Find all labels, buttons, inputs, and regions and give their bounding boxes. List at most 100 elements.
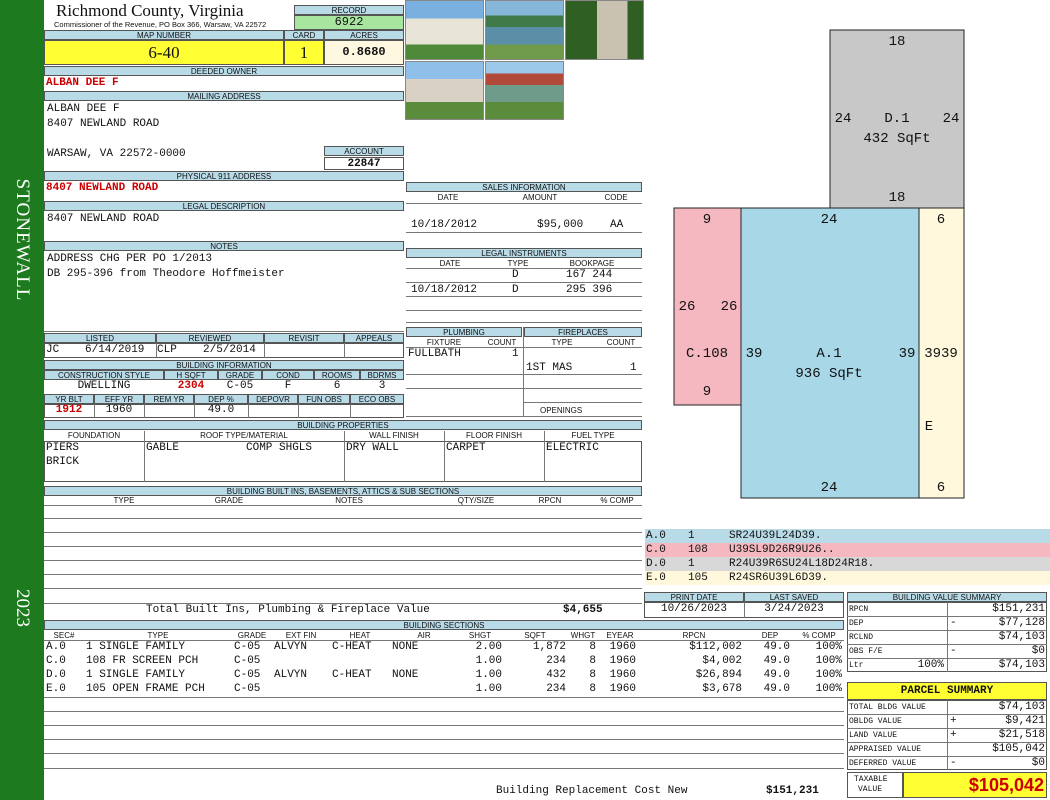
commissioner-address: Commissioner of the Revenue, PO Box 366,… <box>54 20 267 29</box>
building-condition: F <box>284 380 292 392</box>
heat-col-header: HEAT <box>349 631 371 640</box>
house-photo-5 <box>485 61 564 120</box>
whgt-col-header: WHGT <box>570 631 596 640</box>
instrument-1-type: D <box>512 269 519 281</box>
cond-header: COND <box>262 370 314 380</box>
built-ins-header: BUILDING BUILT INS, BASEMENTS, ATTICS & … <box>44 486 642 496</box>
map-number: 6-40 <box>44 40 284 65</box>
house-photo-1 <box>405 0 484 60</box>
section-cell-sqft: 234 <box>546 683 566 695</box>
depreciation-pct: 49.0 <box>207 404 235 416</box>
built-in-grade-header: GRADE <box>214 496 244 505</box>
sale-code: AA <box>610 219 624 231</box>
eff-yr-header: EFF YR <box>94 394 144 404</box>
map-number-header: MAP NUMBER <box>44 30 284 40</box>
section-cell-shgt: 1.00 <box>475 683 502 695</box>
sqft-col-header: SQFT <box>524 631 546 640</box>
sales-information-header: SALES INFORMATION <box>406 182 642 192</box>
section-cell-type: 1 SINGLE FAMILY <box>86 641 186 653</box>
a1-area: 936 SqFt <box>795 366 862 382</box>
acres-value: 0.8680 <box>324 40 404 65</box>
account-number: 22847 <box>324 157 404 170</box>
rpcn-col-header: RPCN <box>682 631 706 640</box>
dep-pct-header: DEP % <box>194 394 248 404</box>
tax-year: 2023 <box>12 589 33 627</box>
built-ins-total: $4,655 <box>563 604 603 616</box>
house-photo-3 <box>565 0 644 60</box>
land-value: $21,518 <box>998 729 1045 741</box>
section-cell-eyear: 1960 <box>609 669 636 681</box>
total-bldg-value: $74,103 <box>998 701 1045 713</box>
replacement-cost: $151,231 <box>766 785 819 797</box>
sale-date: 10/18/2012 <box>411 219 478 231</box>
legend-d-code: D.0 <box>646 558 666 570</box>
section-cell-sqft: 234 <box>546 655 566 667</box>
notes-line-1: ADDRESS CHG PER PO 1/2013 <box>47 253 213 265</box>
floor-finish: CARPET <box>446 442 486 454</box>
building-grade: C-05 <box>226 380 254 392</box>
section-cell-grade: C-05 <box>234 641 261 653</box>
section-cell-sec: D.0 <box>46 669 66 681</box>
listed-date: 6/14/2019 <box>85 344 145 356</box>
section-cell-whgt: 8 <box>589 641 596 653</box>
section-cell-rpcn: $4,002 <box>702 655 742 667</box>
sale-amount: $95,000 <box>537 219 584 231</box>
d1-name: D.1 <box>884 111 909 127</box>
section-cell-sec: E.0 <box>46 683 66 695</box>
a1-bottom-dim: 24 <box>821 480 838 496</box>
e-side-dim: 3939 <box>924 346 958 362</box>
ltr-pct: 100% <box>917 659 944 671</box>
legend-e-path: R24SR6U39L6D39. <box>729 572 829 584</box>
grade-col-header: GRADE <box>237 631 267 640</box>
section-cell-whgt: 8 <box>589 669 596 681</box>
section-cell-sec: A.0 <box>46 641 66 653</box>
ltr-label: Ltr <box>849 661 864 670</box>
deferred-value-label: DEFERRED VALUE <box>849 759 917 768</box>
reviewed-by: CLP <box>157 344 177 356</box>
depovr-header: DEPOVR <box>248 394 298 404</box>
acres-header: ACRES <box>324 30 404 40</box>
mailing-line-2: 8407 NEWLAND ROAD <box>47 118 160 130</box>
section-cell-dep: 49.0 <box>763 683 790 695</box>
section-cell-rpcn: $26,894 <box>695 669 742 681</box>
section-cell-grade: C-05 <box>234 669 261 681</box>
record-header: RECORD <box>294 5 404 15</box>
last-saved: 3/24/2023 <box>764 603 824 615</box>
c-name: C.108 <box>686 346 728 362</box>
plumbing-header: PLUMBING <box>406 327 522 337</box>
eco-obs-header: ECO OBS <box>350 394 404 404</box>
instrument-bookpage-header: BOOKPAGE <box>569 259 615 268</box>
fireplaces-header: FIREPLACES <box>524 327 642 337</box>
section-cell-ext: ALVYN <box>274 669 308 681</box>
legend-a-path: SR24U39L24D39. <box>729 530 822 542</box>
type-col-header: TYPE <box>147 631 169 640</box>
section-cell-dep: 49.0 <box>763 669 790 681</box>
obldg-value: $9,421 <box>1005 715 1045 727</box>
fuel-type-header: FUEL TYPE <box>571 431 615 440</box>
roof-material: COMP SHGLS <box>246 442 313 454</box>
built-in-comp-header: % COMP <box>600 496 634 505</box>
bedrooms-count: 3 <box>378 380 386 392</box>
rclnd-label: RCLND <box>849 633 874 642</box>
c-left-dim: 26 <box>679 299 696 315</box>
e-bottom-dim: 6 <box>937 480 945 496</box>
house-photo-4 <box>405 61 484 120</box>
built-in-qty-header: QTY/SIZE <box>457 496 495 505</box>
instrument-type-header: TYPE <box>507 259 529 268</box>
c-top-dim: 9 <box>703 212 711 228</box>
section-cell-dep: 49.0 <box>763 655 790 667</box>
building-sketch: 18 24 D.1 24 432 SqFt 18 9 24 6 26 26 C.… <box>673 29 965 499</box>
roof-header: ROOF TYPE/MATERIAL <box>200 431 288 440</box>
a1-right-dim: 39 <box>899 346 916 362</box>
bdrms-header: BDRMS <box>360 370 404 380</box>
section-cell-comp: 100% <box>815 641 842 653</box>
c-bottom-dim: 9 <box>703 384 711 400</box>
section-cell-shgt: 2.00 <box>475 641 502 653</box>
section-cell-air: NONE <box>392 669 419 681</box>
revisit-header: REVISIT <box>264 333 344 343</box>
section-cell-dep: 49.0 <box>763 641 790 653</box>
dep-value: $77,128 <box>998 617 1045 629</box>
land-value-label: LAND VALUE <box>849 731 898 740</box>
section-cell-shgt: 1.00 <box>475 669 502 681</box>
foundation-1: PIERS <box>46 442 80 454</box>
